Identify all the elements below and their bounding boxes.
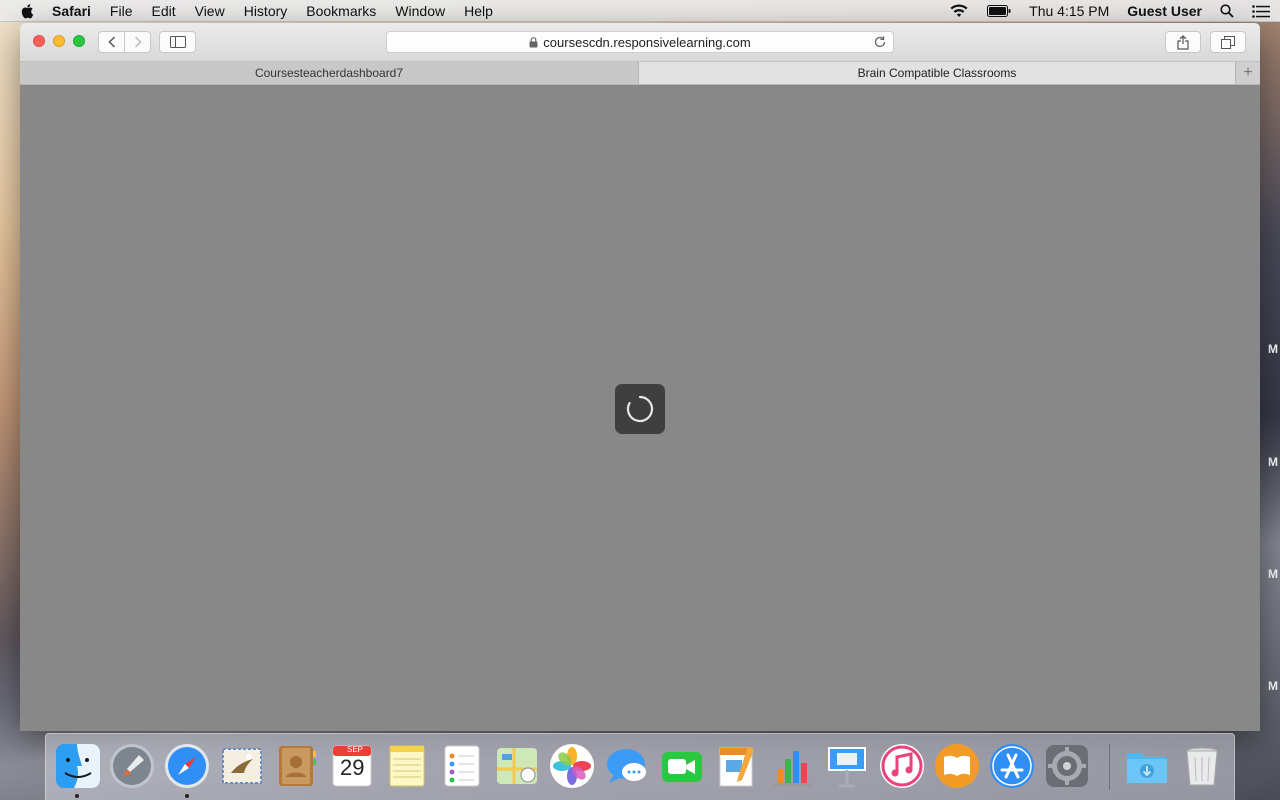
desktop-edge-text: M [1268,567,1278,581]
back-button[interactable] [98,31,125,53]
notes-icon[interactable] [384,743,430,789]
ibooks-icon[interactable] [934,743,980,789]
tab-bar: Coursesteacherdashboard7 Brain Compatibl… [20,62,1260,85]
desktop-edge-text: M [1268,455,1278,469]
pages-icon[interactable] [714,743,760,789]
wifi-icon[interactable] [949,4,969,18]
new-tab-button[interactable]: + [1236,62,1260,84]
chevron-right-icon [134,36,142,48]
tab-title: Brain Compatible Classrooms [857,66,1017,80]
share-icon [1177,34,1189,50]
chevron-left-icon [107,36,115,48]
window-controls [33,35,93,47]
numbers-icon[interactable] [769,743,815,789]
page-content-loading [20,85,1260,731]
clock[interactable]: Thu 4:15 PM [1029,3,1109,19]
running-indicator [185,794,189,798]
launchpad-icon[interactable] [109,743,155,789]
sidebar-button[interactable] [159,31,196,53]
spinner-icon [626,395,654,423]
desktop-edge-text: M [1268,679,1278,693]
menu-bookmarks[interactable]: Bookmarks [306,3,376,19]
battery-icon[interactable] [987,5,1011,17]
facetime-icon[interactable] [659,743,705,789]
reminders-icon[interactable] [439,743,485,789]
browser-toolbar: coursescdn.responsivelearning.com [20,23,1260,62]
loading-spinner [615,384,665,434]
menu-file[interactable]: File [110,3,133,19]
close-window-button[interactable] [33,35,45,47]
fullscreen-window-button[interactable] [73,35,85,47]
dock: SEP 29 [45,733,1235,800]
photos-icon[interactable] [549,743,595,789]
menu-window[interactable]: Window [395,3,445,19]
lock-icon [529,36,538,47]
maps-icon[interactable] [494,743,540,789]
tab-brain-compatible-classrooms[interactable]: Brain Compatible Classrooms [639,62,1236,84]
dock-separator [1109,744,1110,790]
safari-icon[interactable] [164,743,210,789]
notification-center-icon[interactable] [1252,4,1270,18]
sidebar-icon [169,36,186,48]
apple-logo-icon[interactable] [20,3,36,19]
share-button[interactable] [1165,31,1201,53]
spotlight-search-icon[interactable] [1220,4,1234,18]
minimize-window-button[interactable] [53,35,65,47]
menu-app-name[interactable]: Safari [52,3,91,19]
calendar-day: 29 [340,755,365,780]
menu-view[interactable]: View [195,3,225,19]
calendar-month: SEP [347,745,364,754]
tab-title: Coursesteacherdashboard7 [254,66,404,80]
system-preferences-icon[interactable] [1044,743,1090,789]
menu-edit[interactable]: Edit [151,3,175,19]
safari-window: coursescdn.responsivelearning.com Course… [20,23,1260,731]
menu-history[interactable]: History [244,3,288,19]
forward-button[interactable] [124,31,151,53]
reload-icon[interactable] [873,35,887,49]
desktop-edge-text: M [1268,342,1278,356]
address-bar[interactable]: coursescdn.responsivelearning.com [386,31,894,53]
user-menu[interactable]: Guest User [1127,3,1202,19]
messages-icon[interactable] [604,743,650,789]
running-indicator [75,794,79,798]
trash-icon[interactable] [1179,743,1225,789]
tab-coursesteacherdashboard[interactable]: Coursesteacherdashboard7 [20,62,639,84]
tabs-overview-button[interactable] [1210,31,1246,53]
finder-icon[interactable] [55,743,101,789]
menu-help[interactable]: Help [464,3,493,19]
itunes-icon[interactable] [879,743,925,789]
keynote-icon[interactable] [824,743,870,789]
app-store-icon[interactable] [989,743,1035,789]
contacts-icon[interactable] [274,743,320,789]
tabs-overview-icon [1221,35,1235,49]
downloads-folder-icon[interactable] [1124,743,1170,789]
url-text: coursescdn.responsivelearning.com [543,34,751,50]
menu-bar: Safari File Edit View History Bookmarks … [0,0,1280,22]
mail-icon[interactable] [219,743,265,789]
